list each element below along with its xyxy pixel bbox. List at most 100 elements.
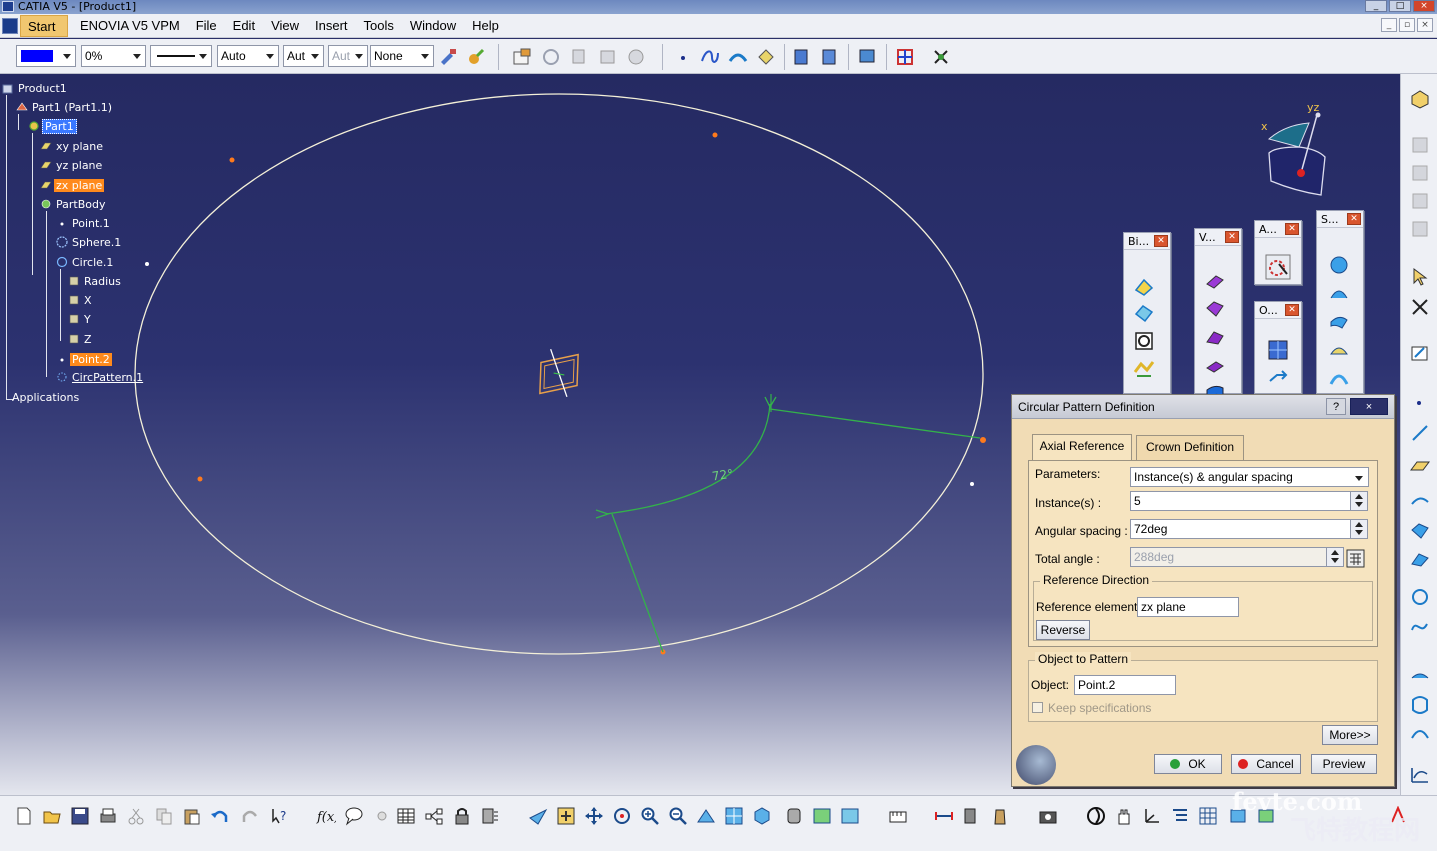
- floating-toolbar-header[interactable]: S... ✕: [1317, 211, 1363, 228]
- workbench-icon[interactable]: [1409, 88, 1431, 110]
- point-icon[interactable]: [674, 47, 694, 67]
- wireframe-disabled-icon[interactable]: [1409, 162, 1431, 184]
- blend-icon[interactable]: [1328, 366, 1350, 388]
- menu-help[interactable]: Help: [464, 15, 507, 37]
- instances-spinner[interactable]: [1350, 492, 1367, 510]
- tree-view-icon[interactable]: [1170, 806, 1190, 826]
- network-icon[interactable]: [424, 806, 444, 826]
- analysis-chart-icon[interactable]: [1409, 764, 1431, 786]
- spline-tool-icon[interactable]: [1409, 616, 1431, 638]
- catalog-icon[interactable]: [626, 47, 646, 67]
- menu-view[interactable]: View: [263, 15, 307, 37]
- new-file-icon[interactable]: [14, 806, 34, 826]
- floating-toolbar-s[interactable]: S... ✕: [1316, 210, 1364, 394]
- join-icon[interactable]: [1133, 358, 1155, 380]
- lock-icon[interactable]: [452, 806, 472, 826]
- floating-toolbar-v[interactable]: V... ✕: [1194, 228, 1242, 399]
- tab-crown-definition[interactable]: Crown Definition: [1136, 435, 1244, 460]
- document-icon[interactable]: [2, 17, 18, 34]
- copy-icon[interactable]: [570, 47, 590, 67]
- floating-toolbar-header[interactable]: O... ✕: [1255, 302, 1301, 319]
- measure-item-icon[interactable]: [962, 806, 982, 826]
- shading-icon[interactable]: [784, 806, 804, 826]
- close-icon[interactable]: ✕: [1285, 223, 1299, 235]
- tree-item-zx-plane[interactable]: zx plane: [40, 178, 105, 194]
- point-tool-icon[interactable]: [1409, 392, 1431, 414]
- reverse-button[interactable]: Reverse: [1036, 620, 1090, 640]
- floating-toolbar-header[interactable]: A... ✕: [1255, 221, 1301, 238]
- tree-item-point-2[interactable]: Point.2: [56, 352, 112, 368]
- grid-view-icon[interactable]: [1198, 806, 1218, 826]
- tree-item-yz-plane[interactable]: yz plane: [40, 158, 104, 174]
- tree-item-xy-plane[interactable]: xy plane: [40, 139, 105, 155]
- floating-toolbar-o[interactable]: O... ✕: [1254, 301, 1302, 394]
- print-icon[interactable]: [98, 806, 118, 826]
- repetition-icon[interactable]: [1267, 367, 1289, 389]
- extract-surface-icon[interactable]: [1133, 302, 1155, 324]
- redo-icon[interactable]: [240, 806, 260, 826]
- catalog-browser-icon[interactable]: [480, 806, 500, 826]
- layer-selector[interactable]: None: [370, 45, 434, 67]
- cancel-button[interactable]: Cancel: [1231, 754, 1301, 774]
- paste-icon[interactable]: [182, 806, 202, 826]
- dialog-close-button[interactable]: ×: [1350, 398, 1388, 415]
- instantiate-icon[interactable]: [598, 47, 618, 67]
- select-arrow-icon[interactable]: [1409, 266, 1431, 288]
- update-icon[interactable]: [541, 47, 561, 67]
- surface-tool-icon[interactable]: [1409, 666, 1431, 688]
- doc-close-button[interactable]: ×: [1417, 18, 1433, 32]
- spin-icon[interactable]: [1086, 806, 1106, 826]
- circle-tool-icon[interactable]: [1409, 586, 1431, 608]
- close-icon[interactable]: ✕: [1154, 235, 1168, 247]
- grid-icon[interactable]: [895, 47, 915, 67]
- rotate-icon[interactable]: [612, 806, 632, 826]
- analysis-tool-icon[interactable]: [1265, 254, 1291, 280]
- zoom-out-icon[interactable]: [668, 806, 688, 826]
- menu-insert[interactable]: Insert: [307, 15, 356, 37]
- more-button[interactable]: More>>: [1322, 725, 1378, 745]
- tree-item-partbody[interactable]: PartBody: [40, 197, 107, 213]
- knowledge-icon[interactable]: [791, 47, 811, 67]
- fly-mode-icon[interactable]: [528, 806, 548, 826]
- undo-icon[interactable]: [210, 806, 230, 826]
- tree-item-point-1[interactable]: Point.1: [56, 216, 112, 232]
- compass-widget[interactable]: x yz: [1255, 99, 1335, 199]
- projection-icon[interactable]: [1409, 490, 1431, 512]
- cut-icon[interactable]: [126, 806, 146, 826]
- pan-icon[interactable]: [584, 806, 604, 826]
- close-button[interactable]: ×: [1413, 0, 1435, 12]
- plane-tool-icon[interactable]: [1409, 454, 1431, 476]
- whats-this-help-icon[interactable]: ?: [270, 806, 290, 826]
- tools-palette-icon[interactable]: [512, 47, 532, 67]
- formula-calculator-icon[interactable]: [1345, 547, 1367, 569]
- fit-all-icon[interactable]: [556, 806, 576, 826]
- extract-icon[interactable]: [756, 47, 776, 67]
- preview-button[interactable]: Preview: [1311, 754, 1377, 774]
- help-button[interactable]: ?: [1326, 398, 1346, 415]
- table-icon[interactable]: [396, 806, 416, 826]
- measure-icon[interactable]: [888, 806, 908, 826]
- doc-minimize-button[interactable]: _: [1381, 18, 1397, 32]
- menu-start[interactable]: Start: [20, 14, 68, 37]
- comment-icon[interactable]: [344, 806, 364, 826]
- sweep-surface-icon[interactable]: [1328, 310, 1350, 332]
- iso-view-icon[interactable]: [752, 806, 772, 826]
- sphere-icon[interactable]: [1328, 254, 1350, 276]
- ok-button[interactable]: OK: [1154, 754, 1222, 774]
- measure-between-icon[interactable]: [934, 806, 954, 826]
- knowledge-rule-icon[interactable]: [372, 806, 392, 826]
- menu-edit[interactable]: Edit: [225, 15, 263, 37]
- object-field[interactable]: Point.2: [1074, 675, 1176, 695]
- sketch-disabled-icon[interactable]: [1409, 134, 1431, 156]
- pattern-grid-icon[interactable]: [1267, 339, 1289, 361]
- knowledge-advisor-icon[interactable]: [819, 47, 839, 67]
- floating-toolbar-header[interactable]: Bi... ✕: [1124, 233, 1170, 250]
- tree-item-applications[interactable]: Applications: [10, 390, 81, 406]
- tree-item-circpattern-1[interactable]: CircPattern.1: [56, 370, 145, 386]
- properties-brush-icon[interactable]: [466, 47, 486, 67]
- formula-icon[interactable]: f(x): [316, 806, 336, 826]
- tree-item-product1[interactable]: Product1: [2, 81, 69, 97]
- trim-icon[interactable]: [1204, 298, 1226, 320]
- reference-element-field[interactable]: zx plane: [1137, 597, 1239, 617]
- fill-surface-icon[interactable]: [1328, 338, 1350, 360]
